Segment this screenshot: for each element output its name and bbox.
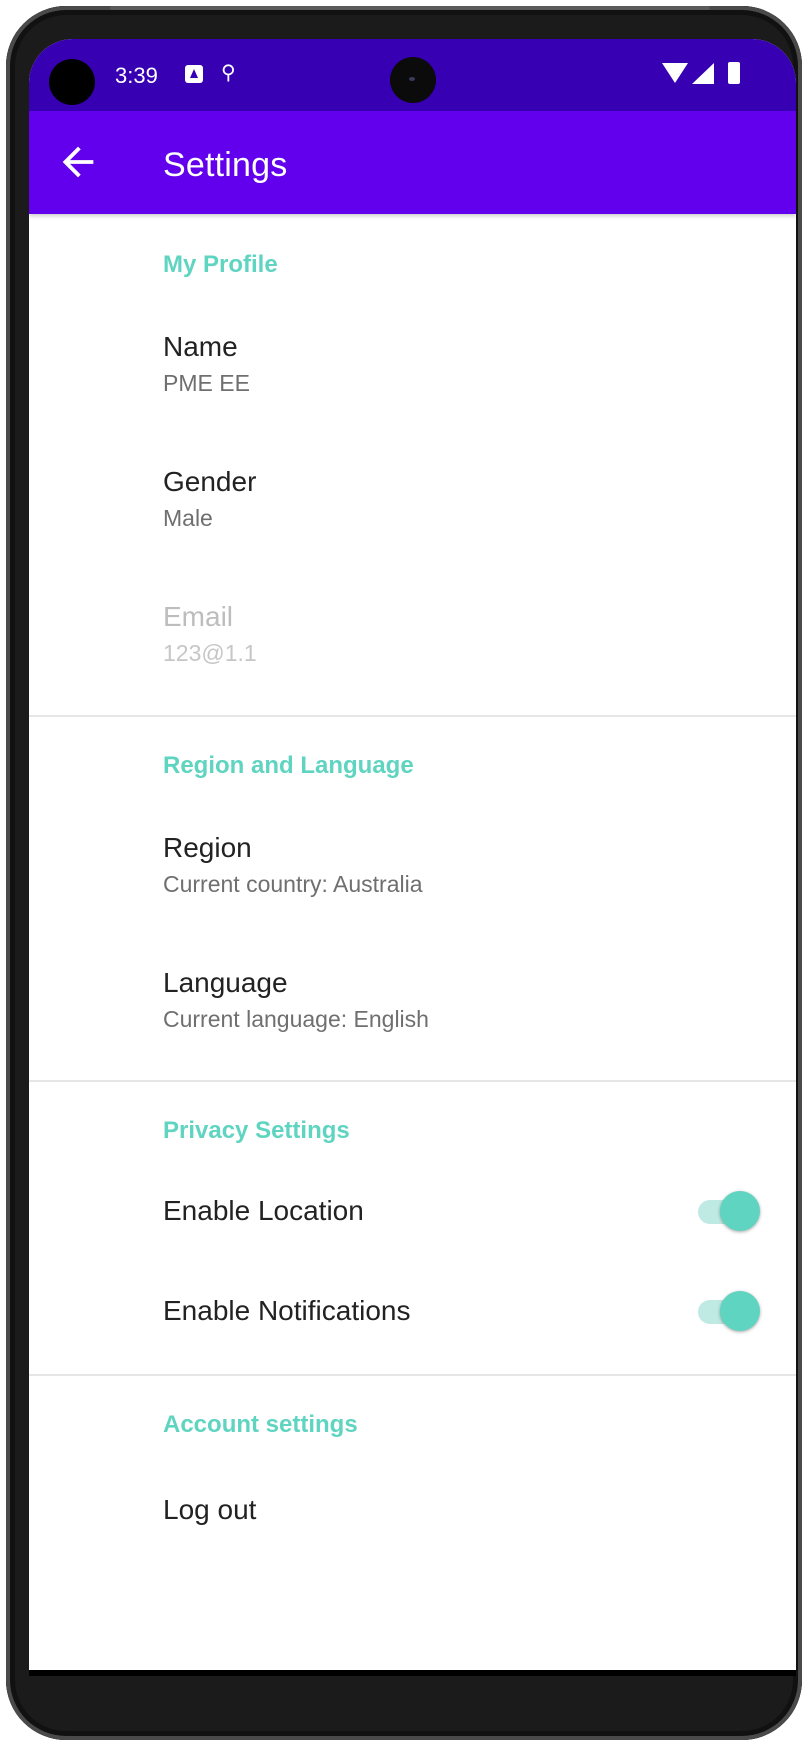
pref-log-out[interactable]: Log out (29, 1454, 796, 1549)
back-button[interactable] (55, 139, 101, 185)
phone-screen: 3:39 ⚲ Settings My Profile Name PME EE G… (29, 39, 796, 1676)
section-divider (29, 1374, 796, 1376)
pref-name-title: Name (163, 331, 238, 362)
pref-email: Email 123@1.1 (29, 564, 796, 684)
arrow-back-icon (62, 146, 94, 178)
pref-email-summary: 123@1.1 (163, 640, 257, 666)
front-camera (390, 57, 436, 103)
location-toggle[interactable] (696, 1190, 760, 1232)
page-title: Settings (163, 146, 288, 184)
pref-enable-notifications[interactable]: Enable Notifications (29, 1259, 796, 1354)
pref-gender-title: Gender (163, 466, 257, 497)
pref-gender-summary: Male (163, 505, 213, 531)
section-header-account: Account settings (163, 1411, 358, 1438)
pref-email-title: Email (163, 601, 234, 632)
section-divider (29, 1080, 796, 1082)
switch-thumb (720, 1291, 760, 1331)
camera-cutout-left (49, 59, 95, 105)
pref-language-title: Language (163, 967, 288, 998)
location-notification-icon: ⚲ (221, 62, 236, 84)
battery-icon (728, 62, 740, 84)
a-notification-icon (185, 65, 203, 83)
switch-thumb (720, 1191, 760, 1231)
app-bar: Settings (29, 111, 796, 214)
pref-region-title: Region (163, 832, 252, 863)
status-bar: 3:39 ⚲ (29, 39, 796, 111)
pref-enable-location-title: Enable Location (163, 1195, 364, 1226)
pref-name[interactable]: Name PME EE (29, 294, 796, 414)
pref-language[interactable]: Language Current language: English (29, 929, 796, 1049)
navigation-bar (29, 1670, 796, 1676)
signal-icon (692, 63, 714, 84)
wifi-icon (662, 63, 688, 83)
device-frame: 3:39 ⚲ Settings My Profile Name PME EE G… (0, 0, 810, 1744)
section-header-my-profile: My Profile (163, 251, 278, 278)
pref-region-summary: Current country: Australia (163, 871, 423, 897)
status-time: 3:39 (115, 63, 158, 88)
pref-language-summary: Current language: English (163, 1006, 429, 1032)
pref-name-summary: PME EE (163, 370, 250, 396)
section-header-privacy: Privacy Settings (163, 1117, 350, 1144)
section-divider (29, 715, 796, 717)
notifications-toggle[interactable] (696, 1290, 760, 1332)
section-header-region-language: Region and Language (163, 752, 414, 779)
pref-region[interactable]: Region Current country: Australia (29, 794, 796, 914)
log-out-button[interactable]: Log out (163, 1494, 256, 1526)
pref-enable-location[interactable]: Enable Location (29, 1159, 796, 1254)
device-top-edge (110, 6, 710, 10)
pref-enable-notifications-title: Enable Notifications (163, 1295, 411, 1326)
pref-gender[interactable]: Gender Male (29, 429, 796, 549)
